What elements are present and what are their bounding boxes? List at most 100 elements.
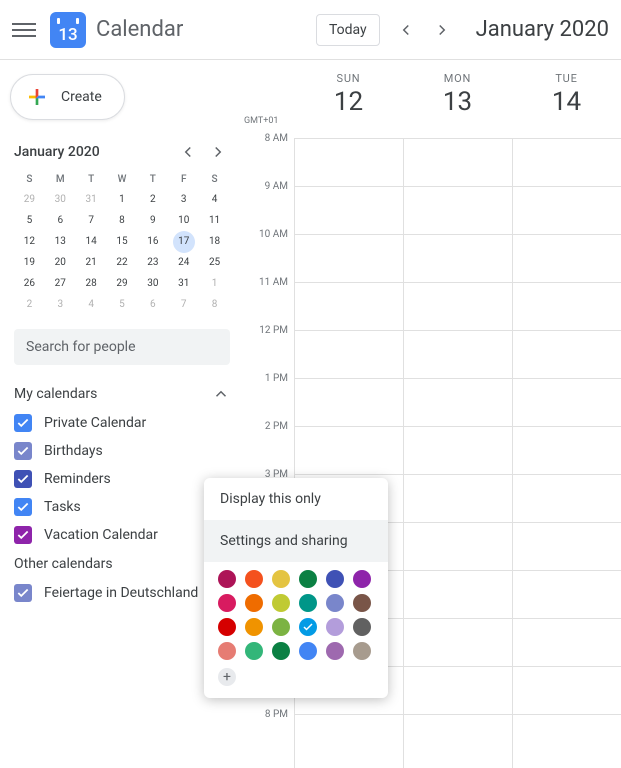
mini-date-cell[interactable]: 19 [14,252,45,273]
mini-date-cell[interactable]: 30 [137,273,168,294]
calendar-item[interactable]: Tasks [14,493,230,521]
mini-date-cell[interactable]: 1 [107,189,138,210]
mini-date-cell[interactable]: 5 [107,294,138,315]
mini-date-cell[interactable]: 29 [107,273,138,294]
mini-date-cell[interactable]: 25 [199,252,230,273]
mini-date-cell[interactable]: 23 [137,252,168,273]
color-swatch[interactable] [353,594,371,612]
calendar-item[interactable]: Feiertage in Deutschland [14,579,230,607]
color-swatch[interactable] [272,570,290,588]
mini-date-cell[interactable]: 24 [168,252,199,273]
hour-row[interactable]: 10 AM [294,234,621,282]
mini-date-cell[interactable]: 30 [45,189,76,210]
mini-prev-button[interactable] [176,140,200,164]
mini-date-cell[interactable]: 5 [14,210,45,231]
mini-date-cell[interactable]: 12 [14,231,45,252]
color-swatch[interactable] [326,642,344,660]
color-swatch[interactable] [326,594,344,612]
mini-date-cell[interactable]: 1 [199,273,230,294]
mini-date-cell[interactable]: 28 [76,273,107,294]
mini-calendar-title[interactable]: January 2020 [14,144,100,160]
color-swatch[interactable] [299,618,317,636]
hour-row[interactable]: 9 AM [294,186,621,234]
color-swatch[interactable] [218,618,236,636]
mini-date-cell[interactable]: 7 [76,210,107,231]
mini-date-cell[interactable]: 9 [137,210,168,231]
color-swatch[interactable] [218,642,236,660]
mini-date-cell[interactable]: 14 [76,231,107,252]
mini-date-cell[interactable]: 4 [199,189,230,210]
mini-date-cell[interactable]: 2 [14,294,45,315]
mini-next-button[interactable] [206,140,230,164]
color-swatch[interactable] [299,594,317,612]
color-swatch[interactable] [299,642,317,660]
display-this-only-item[interactable]: Display this only [204,478,388,520]
my-calendars-header[interactable]: My calendars [14,379,230,409]
mini-date-cell[interactable]: 11 [199,210,230,231]
mini-date-cell[interactable]: 21 [76,252,107,273]
hour-row[interactable]: 2 PM [294,426,621,474]
color-swatch[interactable] [353,642,371,660]
mini-date-cell[interactable]: 17 [168,231,199,252]
mini-date-cell[interactable]: 6 [45,210,76,231]
hour-row[interactable]: 11 AM [294,282,621,330]
mini-date-cell[interactable]: 3 [45,294,76,315]
mini-date-cell[interactable]: 27 [45,273,76,294]
color-swatch[interactable] [353,618,371,636]
create-button[interactable]: Create [10,74,125,120]
mini-date-cell[interactable]: 15 [107,231,138,252]
mini-date-cell[interactable]: 16 [137,231,168,252]
other-calendars-header[interactable]: Other calendars [14,549,230,579]
color-swatch[interactable] [245,618,263,636]
calendar-item[interactable]: Birthdays [14,437,230,465]
color-swatch[interactable] [353,570,371,588]
period-title[interactable]: January 2020 [476,17,609,42]
calendar-checkbox[interactable] [14,414,32,432]
hour-row[interactable]: 8 PM [294,714,621,762]
mini-date-cell[interactable]: 3 [168,189,199,210]
prev-period-button[interactable] [390,14,422,46]
calendar-logo-icon[interactable]: 13 [50,12,86,48]
mini-date-cell[interactable]: 4 [76,294,107,315]
mini-date-cell[interactable]: 22 [107,252,138,273]
hour-row[interactable]: 12 PM [294,330,621,378]
mini-date-cell[interactable]: 8 [107,210,138,231]
calendar-checkbox[interactable] [14,584,32,602]
next-period-button[interactable] [426,14,458,46]
color-swatch[interactable] [218,570,236,588]
mini-date-cell[interactable]: 31 [168,273,199,294]
color-swatch[interactable] [272,642,290,660]
mini-date-cell[interactable]: 18 [199,231,230,252]
mini-date-cell[interactable]: 8 [199,294,230,315]
mini-date-cell[interactable]: 6 [137,294,168,315]
settings-sharing-item[interactable]: Settings and sharing [204,520,388,562]
color-swatch[interactable] [299,570,317,588]
color-swatch[interactable] [272,618,290,636]
day-column-header[interactable]: TUE14 [512,60,621,117]
calendar-item[interactable]: Private Calendar [14,409,230,437]
color-swatch[interactable] [245,642,263,660]
mini-date-cell[interactable]: 10 [168,210,199,231]
mini-date-cell[interactable]: 2 [137,189,168,210]
calendar-checkbox[interactable] [14,526,32,544]
calendar-checkbox[interactable] [14,470,32,488]
mini-date-cell[interactable]: 31 [76,189,107,210]
hour-row[interactable]: 1 PM [294,378,621,426]
color-swatch[interactable] [326,570,344,588]
mini-date-cell[interactable]: 13 [45,231,76,252]
mini-date-cell[interactable]: 26 [14,273,45,294]
calendar-item[interactable]: Vacation Calendar [14,521,230,549]
calendar-checkbox[interactable] [14,498,32,516]
color-swatch[interactable] [245,570,263,588]
calendar-checkbox[interactable] [14,442,32,460]
color-swatch[interactable] [218,594,236,612]
search-people-input[interactable]: Search for people [14,329,230,365]
today-button[interactable]: Today [316,14,380,46]
hour-row[interactable]: 8 AM [294,138,621,186]
day-column-header[interactable]: MON13 [403,60,512,117]
calendar-item[interactable]: Reminders [14,465,230,493]
mini-date-cell[interactable]: 7 [168,294,199,315]
add-custom-color-button[interactable]: + [218,668,236,686]
color-swatch[interactable] [272,594,290,612]
menu-icon[interactable] [12,23,36,37]
